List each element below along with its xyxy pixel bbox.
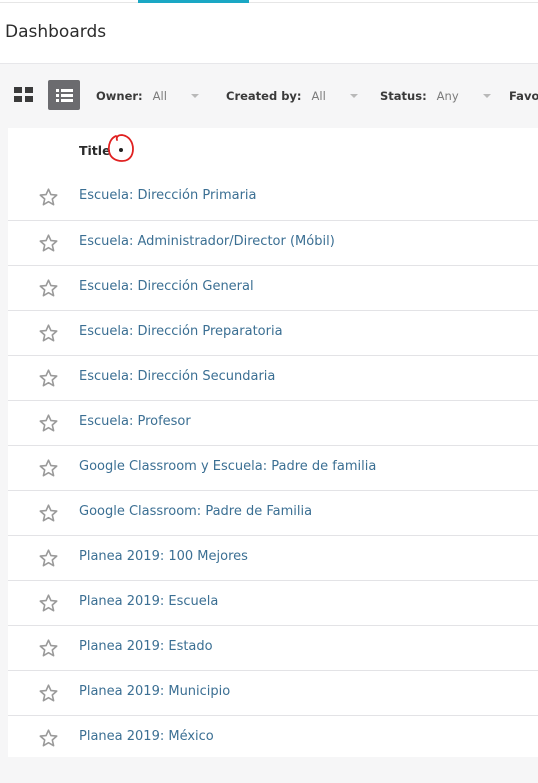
chevron-down-icon — [349, 94, 358, 98]
dashboard-title-link[interactable]: Escuela: Profesor — [79, 414, 191, 429]
dashboard-title-link[interactable]: Planea 2019: Escuela — [79, 594, 218, 609]
owner-filter-label: Owner: — [96, 89, 143, 103]
favorites-filter[interactable]: Favor — [509, 78, 538, 114]
dashboard-title-link[interactable]: Escuela: Dirección General — [79, 279, 254, 294]
owner-filter-value: All — [152, 89, 167, 103]
star-icon[interactable] — [38, 458, 59, 479]
status-filter-value: Any — [436, 89, 459, 103]
dashboard-title-link[interactable]: Planea 2019: Estado — [79, 639, 213, 654]
dashboard-title-link[interactable]: Escuela: Administrador/Director (Móbil) — [79, 234, 335, 249]
dashboard-title-link[interactable]: Planea 2019: 100 Mejores — [79, 549, 248, 564]
table-row[interactable]: Escuela: Administrador/Director (Móbil) — [8, 220, 538, 265]
created-by-filter[interactable]: Created by: All — [226, 78, 358, 114]
favorites-filter-label: Favor — [509, 89, 538, 103]
star-icon[interactable] — [38, 187, 59, 208]
star-icon[interactable] — [38, 278, 59, 299]
table-header: Title — [8, 128, 538, 175]
table-row[interactable]: Planea 2019: Municipio — [8, 670, 538, 715]
star-icon[interactable] — [38, 638, 59, 659]
table-row[interactable]: Escuela: Profesor — [8, 400, 538, 445]
red-circle-annotation — [107, 134, 134, 162]
created-by-filter-label: Created by: — [226, 89, 302, 103]
star-icon[interactable] — [38, 593, 59, 614]
active-tab-indicator — [138, 0, 249, 3]
star-icon[interactable] — [38, 323, 59, 344]
star-icon[interactable] — [38, 368, 59, 389]
list-view-icon[interactable] — [48, 80, 80, 110]
table-row[interactable]: Planea 2019: Estado — [8, 625, 538, 670]
grid-view-icon[interactable] — [12, 84, 36, 106]
star-icon[interactable] — [38, 683, 59, 704]
table-row[interactable]: Escuela: Dirección General — [8, 265, 538, 310]
star-icon[interactable] — [38, 233, 59, 254]
table-row[interactable]: Escuela: Dirección Secundaria — [8, 355, 538, 400]
dashboard-title-link[interactable]: Escuela: Dirección Secundaria — [79, 369, 275, 384]
top-divider — [0, 2, 538, 3]
table-row[interactable]: Escuela: Dirección Primaria — [8, 175, 538, 220]
dashboard-title-link[interactable]: Planea 2019: Municipio — [79, 684, 230, 699]
dashboard-title-link[interactable]: Google Classroom y Escuela: Padre de fam… — [79, 459, 376, 474]
dashboard-title-link[interactable]: Planea 2019: México — [79, 729, 214, 744]
dashboards-table: Title Escuela: Dirección Primaria Escuela… — [8, 128, 538, 757]
star-icon[interactable] — [38, 548, 59, 569]
table-row[interactable]: Google Classroom y Escuela: Padre de fam… — [8, 445, 538, 490]
status-filter[interactable]: Status: Any — [380, 78, 491, 114]
star-icon[interactable] — [38, 413, 59, 434]
table-row[interactable]: Escuela: Dirección Preparatoria — [8, 310, 538, 355]
star-icon[interactable] — [38, 503, 59, 524]
owner-filter[interactable]: Owner: All — [96, 78, 199, 114]
created-by-filter-value: All — [311, 89, 326, 103]
top-header: Dashboards — [0, 0, 538, 64]
dashboard-title-link[interactable]: Escuela: Dirección Primaria — [79, 188, 257, 203]
table-row[interactable]: Planea 2019: México — [8, 715, 538, 760]
table-row[interactable]: Planea 2019: Escuela — [8, 580, 538, 625]
status-filter-label: Status: — [380, 89, 427, 103]
table-row[interactable]: Google Classroom: Padre de Familia — [8, 490, 538, 535]
filter-toolbar: Owner: All Created by: All Status: Any F… — [0, 78, 538, 114]
table-row[interactable]: Planea 2019: 100 Mejores — [8, 535, 538, 580]
page-title: Dashboards — [5, 22, 107, 42]
chevron-down-icon — [190, 94, 199, 98]
dashboard-title-link[interactable]: Escuela: Dirección Preparatoria — [79, 324, 283, 339]
star-icon[interactable] — [38, 728, 59, 749]
dashboard-title-link[interactable]: Google Classroom: Padre de Familia — [79, 504, 312, 519]
chevron-down-icon — [482, 94, 491, 98]
